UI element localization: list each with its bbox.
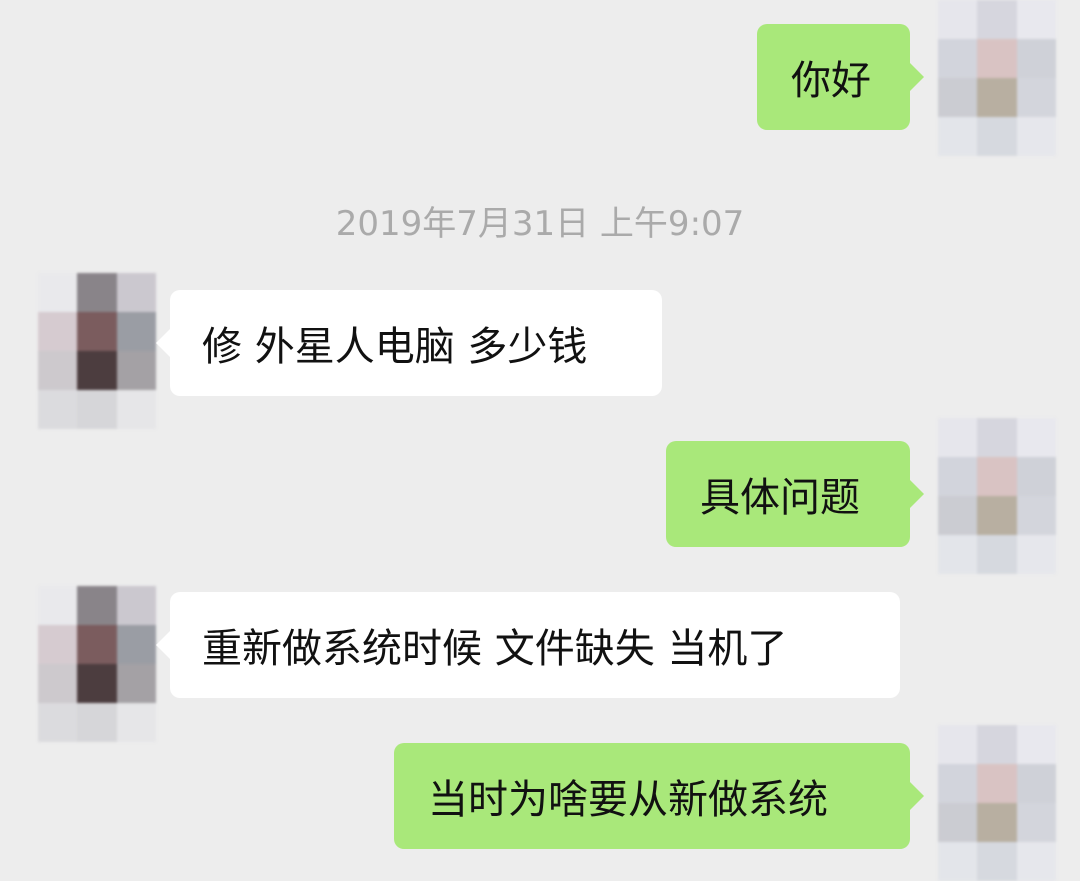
avatar-mosaic-cell [938,842,978,881]
avatar-mosaic-cell [938,725,978,764]
avatar-mosaic-cell [116,390,156,429]
avatar-mosaic-cell [938,78,978,117]
avatar-mosaic-cell [77,312,117,351]
avatar-mosaic-cell [977,725,1017,764]
avatar-mosaic-cell [977,803,1017,842]
message-bubble-outgoing[interactable]: 你好 [757,24,924,130]
avatar-mosaic-cell [938,39,978,78]
avatar-mosaic-cell [116,703,156,742]
avatar-mosaic-cell [1016,418,1056,457]
avatar-mosaic-cell [38,625,78,664]
self-avatar-icon[interactable] [938,0,1056,156]
avatar-mosaic-cell [38,703,78,742]
avatar-mosaic-cell [116,273,156,312]
avatar-mosaic-cell [1016,0,1056,39]
avatar-mosaic-cell [938,496,978,535]
avatar-mosaic-cell [1016,535,1056,574]
self-avatar-icon[interactable] [938,418,1056,574]
avatar-mosaic-cell [77,586,117,625]
avatar-mosaic-cell [116,312,156,351]
avatar-mosaic-cell [1016,496,1056,535]
avatar-mosaic-cell [1016,764,1056,803]
message-bubble-outgoing[interactable]: 具体问题 [666,441,924,547]
message-bubble-incoming[interactable]: 修 外星人电脑 多少钱 [156,290,662,396]
avatar-mosaic-cell [116,625,156,664]
avatar-mosaic-cell [1016,457,1056,496]
avatar-mosaic-cell [977,78,1017,117]
avatar-mosaic-cell [38,351,78,390]
avatar-mosaic-cell [77,390,117,429]
contact-avatar-icon[interactable] [38,586,156,742]
avatar-mosaic-cell [938,764,978,803]
avatar-mosaic-cell [77,273,117,312]
avatar-mosaic-cell [77,351,117,390]
avatar-mosaic-cell [977,117,1017,156]
avatar-mosaic-cell [38,664,78,703]
avatar-mosaic-cell [938,803,978,842]
avatar-mosaic-cell [977,39,1017,78]
avatar-mosaic-cell [1016,842,1056,881]
message-bubble-outgoing[interactable]: 当时为啥要从新做系统 [394,743,924,849]
message-bubble-incoming[interactable]: 重新做系统时候 文件缺失 当机了 [156,592,900,698]
avatar-mosaic-cell [938,535,978,574]
avatar-mosaic-cell [77,625,117,664]
avatar-mosaic-cell [977,842,1017,881]
avatar-mosaic-cell [116,351,156,390]
avatar-mosaic-cell [938,418,978,457]
avatar-mosaic-cell [38,273,78,312]
message-text: 重新做系统时候 文件缺失 当机了 [202,626,788,672]
avatar-mosaic-cell [1016,117,1056,156]
avatar-mosaic-cell [38,390,78,429]
avatar-mosaic-cell [938,117,978,156]
self-avatar-icon[interactable] [938,725,1056,881]
avatar-mosaic-cell [977,764,1017,803]
avatar-mosaic-cell [38,312,78,351]
message-text: 修 外星人电脑 多少钱 [202,324,588,370]
avatar-mosaic-cell [977,457,1017,496]
contact-avatar-icon[interactable] [38,273,156,429]
avatar-mosaic-cell [1016,39,1056,78]
avatar-mosaic-cell [938,457,978,496]
avatar-mosaic-cell [116,586,156,625]
message-text: 当时为啥要从新做系统 [428,777,828,823]
avatar-mosaic-cell [77,664,117,703]
message-text: 具体问题 [700,475,860,521]
avatar-mosaic-cell [1016,803,1056,842]
avatar-mosaic-cell [977,0,1017,39]
avatar-mosaic-cell [977,418,1017,457]
chat-timestamp: 2019年7月31日 上午9:07 [335,204,745,244]
avatar-mosaic-cell [38,586,78,625]
avatar-mosaic-cell [77,703,117,742]
message-text: 你好 [791,58,871,104]
avatar-mosaic-cell [938,0,978,39]
avatar-mosaic-cell [1016,78,1056,117]
avatar-mosaic-cell [116,664,156,703]
avatar-mosaic-cell [1016,725,1056,764]
avatar-mosaic-cell [977,496,1017,535]
avatar-mosaic-cell [977,535,1017,574]
